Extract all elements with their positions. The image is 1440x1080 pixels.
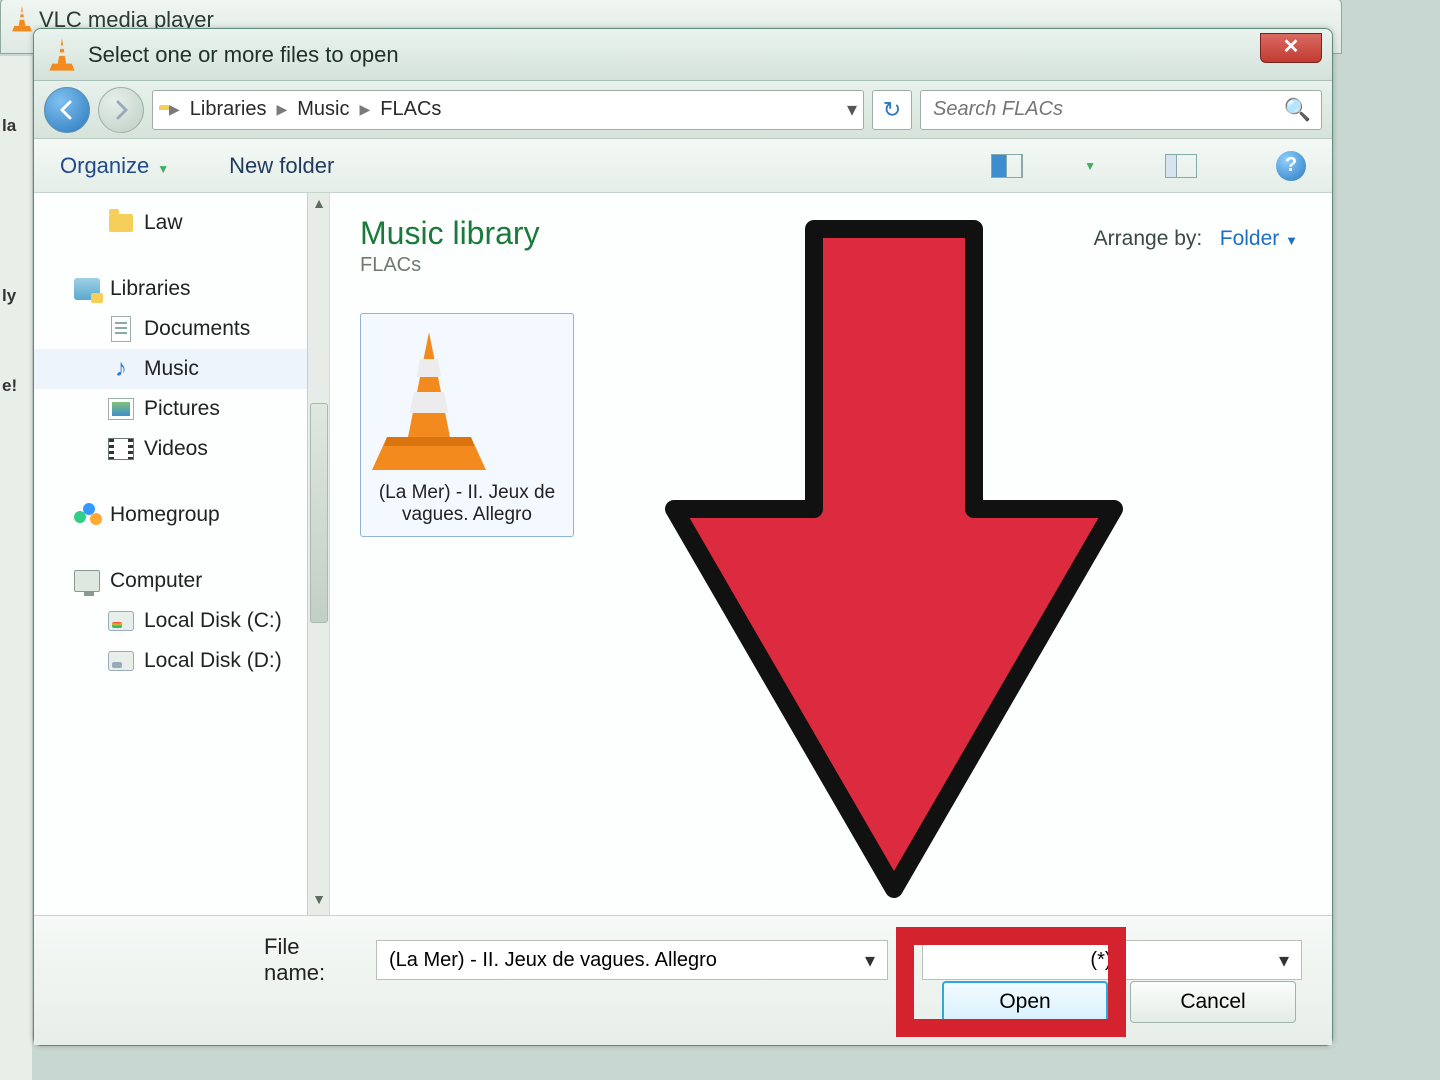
tree-scrollbar[interactable]: ▲ ▼ — [307, 193, 329, 915]
scrollbar-thumb[interactable] — [310, 403, 328, 623]
libraries-icon — [74, 276, 100, 302]
breadcrumb-segment[interactable]: Libraries — [190, 98, 267, 121]
views-icon — [991, 154, 1023, 178]
tree-item-label: Homegroup — [110, 503, 220, 527]
chevron-down-icon[interactable]: ▼ — [1084, 159, 1096, 173]
search-icon: 🔍 — [1284, 97, 1311, 123]
tree-item-homegroup[interactable]: Homegroup — [34, 495, 329, 535]
navigation-bar: ▶ Libraries ▶ Music ▶ FLACs ▾ ↻ 🔍 — [34, 81, 1332, 139]
file-list-pane[interactable]: Music library FLACs Arrange by: Folder ▼ — [330, 193, 1332, 915]
open-file-dialog: Select one or more files to open ✕ ▶ Lib… — [33, 28, 1333, 1046]
open-button[interactable]: Open — [942, 981, 1108, 1023]
vlc-cone-icon — [48, 37, 76, 72]
chevron-right-icon: ▶ — [276, 101, 287, 118]
breadcrumb-dropdown-icon[interactable]: ▾ — [847, 97, 857, 122]
change-view-button[interactable] — [990, 151, 1024, 181]
dialog-footer: File name: (La Mer) - II. Jeux de vagues… — [34, 915, 1332, 1045]
dialog-title: Select one or more files to open — [88, 42, 399, 68]
tree-item-drive-c[interactable]: Local Disk (C:) — [34, 601, 329, 641]
drive-icon — [108, 648, 134, 674]
chevron-right-icon: ▶ — [360, 101, 371, 118]
tree-item-videos[interactable]: Videos — [34, 429, 329, 469]
tree-item-label: Law — [144, 211, 183, 235]
vlc-cone-icon — [11, 5, 33, 33]
tree-item-computer[interactable]: Computer — [34, 561, 329, 601]
folder-icon — [108, 210, 134, 236]
chevron-down-icon[interactable]: ▾ — [865, 948, 875, 973]
tree-item-documents[interactable]: Documents — [34, 309, 329, 349]
new-folder-button[interactable]: New folder — [229, 153, 334, 179]
computer-icon — [74, 568, 100, 594]
dialog-titlebar[interactable]: Select one or more files to open ✕ — [34, 29, 1332, 81]
preview-pane-icon — [1165, 154, 1197, 178]
search-box[interactable]: 🔍 — [920, 90, 1322, 130]
chevron-down-icon: ▼ — [1285, 233, 1298, 248]
scroll-up-icon[interactable]: ▲ — [308, 195, 330, 217]
preview-pane-button[interactable] — [1164, 151, 1198, 181]
navigation-tree[interactable]: Law Libraries Documents ♪ Music Picture — [34, 193, 330, 915]
back-button[interactable] — [44, 87, 90, 133]
tree-item-label: Documents — [144, 317, 250, 341]
filename-value: (La Mer) - II. Jeux de vagues. Allegro — [389, 949, 717, 972]
breadcrumb-segment[interactable]: FLACs — [380, 98, 441, 121]
videos-icon — [108, 436, 134, 462]
arrange-by[interactable]: Arrange by: Folder ▼ — [1094, 227, 1298, 251]
chevron-right-icon: ▶ — [169, 101, 180, 118]
tree-item[interactable]: Law — [34, 203, 329, 243]
music-icon: ♪ — [108, 356, 134, 382]
filter-value: (*) — [1090, 949, 1111, 972]
tree-item-label: Videos — [144, 437, 208, 461]
breadcrumb-segment[interactable]: Music — [297, 98, 349, 121]
tree-item-drive-d[interactable]: Local Disk (D:) — [34, 641, 329, 681]
toolbar: Organize▼ New folder ▼ ? — [34, 139, 1332, 193]
arrange-by-value[interactable]: Folder — [1220, 227, 1280, 250]
tree-item-label: Computer — [110, 569, 202, 593]
homegroup-icon — [74, 502, 100, 528]
filename-combobox[interactable]: (La Mer) - II. Jeux de vagues. Allegro ▾ — [376, 940, 888, 980]
forward-button[interactable] — [98, 87, 144, 133]
scroll-down-icon[interactable]: ▼ — [308, 891, 330, 913]
refresh-button[interactable]: ↻ — [872, 90, 912, 130]
search-input[interactable] — [931, 97, 1284, 122]
filename-label: File name: — [264, 934, 360, 986]
pictures-icon — [108, 396, 134, 422]
help-button[interactable]: ? — [1276, 151, 1306, 181]
file-item-label: (La Mer) - II. Jeux de vagues. Allegro — [369, 482, 565, 526]
library-subheading: FLACs — [360, 254, 1302, 277]
tree-item-label: Local Disk (C:) — [144, 609, 282, 633]
tree-item-music[interactable]: ♪ Music — [34, 349, 329, 389]
vlc-cone-icon — [369, 326, 565, 476]
vlc-sidebar-sliver: la ly e! — [0, 56, 32, 1080]
tree-item-label: Libraries — [110, 277, 191, 301]
drive-icon — [108, 608, 134, 634]
file-item[interactable]: (La Mer) - II. Jeux de vagues. Allegro — [360, 313, 574, 537]
tree-item-pictures[interactable]: Pictures — [34, 389, 329, 429]
chevron-down-icon[interactable]: ▾ — [1279, 948, 1289, 973]
document-icon — [108, 316, 134, 342]
file-type-filter[interactable]: (*) ▾ — [922, 940, 1302, 980]
close-button[interactable]: ✕ — [1260, 33, 1322, 63]
tree-item-libraries[interactable]: Libraries — [34, 269, 329, 309]
tree-item-label: Local Disk (D:) — [144, 649, 282, 673]
breadcrumb[interactable]: ▶ Libraries ▶ Music ▶ FLACs ▾ — [152, 90, 864, 130]
cancel-button[interactable]: Cancel — [1130, 981, 1296, 1023]
chevron-down-icon: ▼ — [157, 162, 169, 176]
tree-item-label: Pictures — [144, 397, 220, 421]
tree-item-label: Music — [144, 357, 199, 381]
organize-menu[interactable]: Organize▼ — [60, 153, 169, 179]
